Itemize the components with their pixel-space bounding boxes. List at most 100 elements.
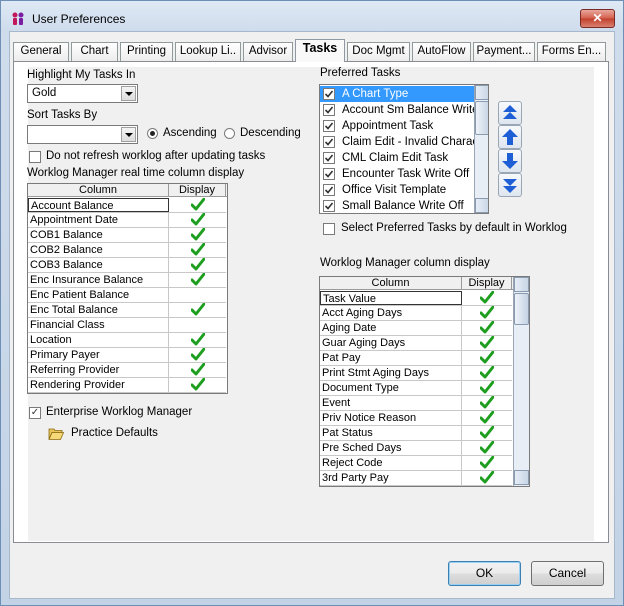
scroll-thumb[interactable] bbox=[475, 101, 488, 135]
worklog-column-grid[interactable]: Column Display Task Value Acct Aging Days… bbox=[319, 276, 530, 487]
table-row[interactable]: Financial Class bbox=[28, 318, 226, 333]
sort-tasks-select[interactable] bbox=[27, 125, 138, 144]
display-cell[interactable] bbox=[462, 396, 512, 410]
tab-general[interactable]: General bbox=[13, 42, 69, 61]
table-row[interactable]: COB1 Balance bbox=[28, 228, 226, 243]
table-row[interactable]: COB2 Balance bbox=[28, 243, 226, 258]
preferred-tasks-list[interactable]: Small Balance Write Off Office Visit Temp… bbox=[319, 84, 489, 214]
ascending-label[interactable]: Ascending bbox=[163, 127, 217, 139]
close-button[interactable]: ✕ bbox=[580, 9, 615, 28]
folder-open-icon[interactable] bbox=[48, 427, 64, 441]
realtime-column-grid[interactable]: Column Display Account Balance Appointmen… bbox=[27, 183, 228, 394]
display-cell[interactable] bbox=[169, 333, 226, 347]
display-cell[interactable] bbox=[169, 213, 226, 227]
select-default-checkbox[interactable] bbox=[323, 223, 335, 235]
display-cell[interactable] bbox=[169, 273, 226, 287]
display-cell[interactable] bbox=[169, 228, 226, 242]
scroll-down-button[interactable] bbox=[514, 470, 529, 485]
preferred-task-checkbox[interactable] bbox=[323, 168, 335, 180]
display-cell[interactable] bbox=[462, 291, 512, 305]
table-row[interactable]: Task Value bbox=[320, 291, 512, 306]
preferred-task-checkbox[interactable] bbox=[323, 88, 335, 100]
worklog-grid-scrollbar[interactable] bbox=[513, 277, 529, 486]
chevron-down-icon[interactable] bbox=[121, 86, 136, 101]
table-row[interactable]: Enc Patient Balance bbox=[28, 288, 226, 303]
practice-defaults-label[interactable]: Practice Defaults bbox=[71, 427, 158, 439]
preferred-task-checkbox[interactable] bbox=[323, 184, 335, 196]
scroll-up-button[interactable] bbox=[475, 85, 488, 100]
display-cell[interactable] bbox=[462, 456, 512, 470]
no-refresh-checkbox[interactable] bbox=[29, 151, 41, 163]
display-cell[interactable] bbox=[169, 243, 226, 257]
display-cell[interactable] bbox=[169, 258, 226, 272]
table-row[interactable]: COB3 Balance bbox=[28, 258, 226, 273]
preferred-task-item[interactable]: Office Visit Template bbox=[320, 182, 474, 198]
display-cell[interactable] bbox=[169, 198, 226, 212]
display-cell[interactable] bbox=[462, 321, 512, 335]
preferred-task-checkbox[interactable] bbox=[323, 200, 335, 212]
table-row[interactable]: Acct Aging Days bbox=[320, 306, 512, 321]
move-to-bottom-button[interactable] bbox=[498, 173, 522, 197]
table-row[interactable]: Location bbox=[28, 333, 226, 348]
tab-autoflow[interactable]: AutoFlow bbox=[412, 42, 471, 61]
display-cell[interactable] bbox=[462, 441, 512, 455]
move-down-button[interactable] bbox=[498, 149, 522, 173]
tab-doc-mgmt[interactable]: Doc Mgmt bbox=[347, 42, 410, 61]
display-cell[interactable] bbox=[169, 288, 226, 302]
table-row[interactable]: Pat Pay bbox=[320, 351, 512, 366]
descending-radio[interactable] bbox=[224, 128, 235, 139]
chevron-down-icon[interactable] bbox=[121, 127, 136, 142]
table-row[interactable]: Account Balance bbox=[28, 198, 226, 213]
table-row[interactable]: Pre Sched Days bbox=[320, 441, 512, 456]
cancel-button[interactable]: Cancel bbox=[531, 561, 604, 586]
table-row[interactable]: Aging Date bbox=[320, 321, 512, 336]
scroll-up-button[interactable] bbox=[514, 277, 529, 292]
scroll-down-button[interactable] bbox=[475, 198, 488, 213]
table-row[interactable]: Event bbox=[320, 396, 512, 411]
table-row[interactable]: Pat Status bbox=[320, 426, 512, 441]
enterprise-label[interactable]: Enterprise Worklog Manager bbox=[46, 406, 192, 418]
enterprise-checkbox[interactable]: ✓ bbox=[29, 407, 41, 419]
display-cell[interactable] bbox=[169, 318, 226, 332]
display-cell[interactable] bbox=[462, 381, 512, 395]
display-cell[interactable] bbox=[462, 471, 512, 485]
tab-lookup-lists[interactable]: Lookup Li.. bbox=[175, 42, 241, 61]
tab-advisor[interactable]: Advisor bbox=[243, 42, 293, 61]
table-row[interactable]: Rendering Provider bbox=[28, 378, 226, 393]
ok-button[interactable]: OK bbox=[448, 561, 521, 586]
table-row[interactable]: Guar Aging Days bbox=[320, 336, 512, 351]
preferred-tasks-scrollbar[interactable] bbox=[474, 85, 488, 213]
move-to-top-button[interactable] bbox=[498, 101, 522, 125]
table-row[interactable]: 3rd Party Pay bbox=[320, 471, 512, 486]
display-cell[interactable] bbox=[462, 426, 512, 440]
tab-payment[interactable]: Payment... bbox=[473, 42, 535, 61]
preferred-task-item[interactable]: Appointment Task bbox=[320, 118, 474, 134]
display-cell[interactable] bbox=[169, 348, 226, 362]
tab-chart[interactable]: Chart bbox=[71, 42, 118, 61]
display-cell[interactable] bbox=[462, 336, 512, 350]
table-row[interactable]: Enc Insurance Balance bbox=[28, 273, 226, 288]
display-cell[interactable] bbox=[462, 411, 512, 425]
preferred-task-item[interactable]: Account Sm Balance Write bbox=[320, 102, 474, 118]
select-default-label[interactable]: Select Preferred Tasks by default in Wor… bbox=[341, 222, 567, 234]
tab-printing[interactable]: Printing bbox=[120, 42, 173, 61]
preferred-task-checkbox[interactable] bbox=[323, 104, 335, 116]
ascending-radio[interactable] bbox=[147, 128, 158, 139]
move-up-button[interactable] bbox=[498, 125, 522, 149]
table-row[interactable]: Priv Notice Reason bbox=[320, 411, 512, 426]
preferred-task-item[interactable]: CML Claim Edit Task bbox=[320, 150, 474, 166]
descending-label[interactable]: Descending bbox=[240, 127, 301, 139]
display-cell[interactable] bbox=[169, 303, 226, 317]
display-cell[interactable] bbox=[462, 351, 512, 365]
preferred-task-item[interactable]: Small Balance Write Off bbox=[320, 198, 474, 213]
highlight-color-select[interactable]: Gold bbox=[27, 84, 138, 103]
table-row[interactable]: Referring Provider bbox=[28, 363, 226, 378]
no-refresh-label[interactable]: Do not refresh worklog after updating ta… bbox=[46, 150, 265, 162]
preferred-task-item[interactable]: Encounter Task Write Off bbox=[320, 166, 474, 182]
table-row[interactable]: Appointment Date bbox=[28, 213, 226, 228]
preferred-task-item[interactable]: Claim Edit - Invalid Charact bbox=[320, 134, 474, 150]
display-cell[interactable] bbox=[169, 363, 226, 377]
preferred-task-checkbox[interactable] bbox=[323, 152, 335, 164]
preferred-task-checkbox[interactable] bbox=[323, 120, 335, 132]
display-cell[interactable] bbox=[169, 378, 226, 392]
